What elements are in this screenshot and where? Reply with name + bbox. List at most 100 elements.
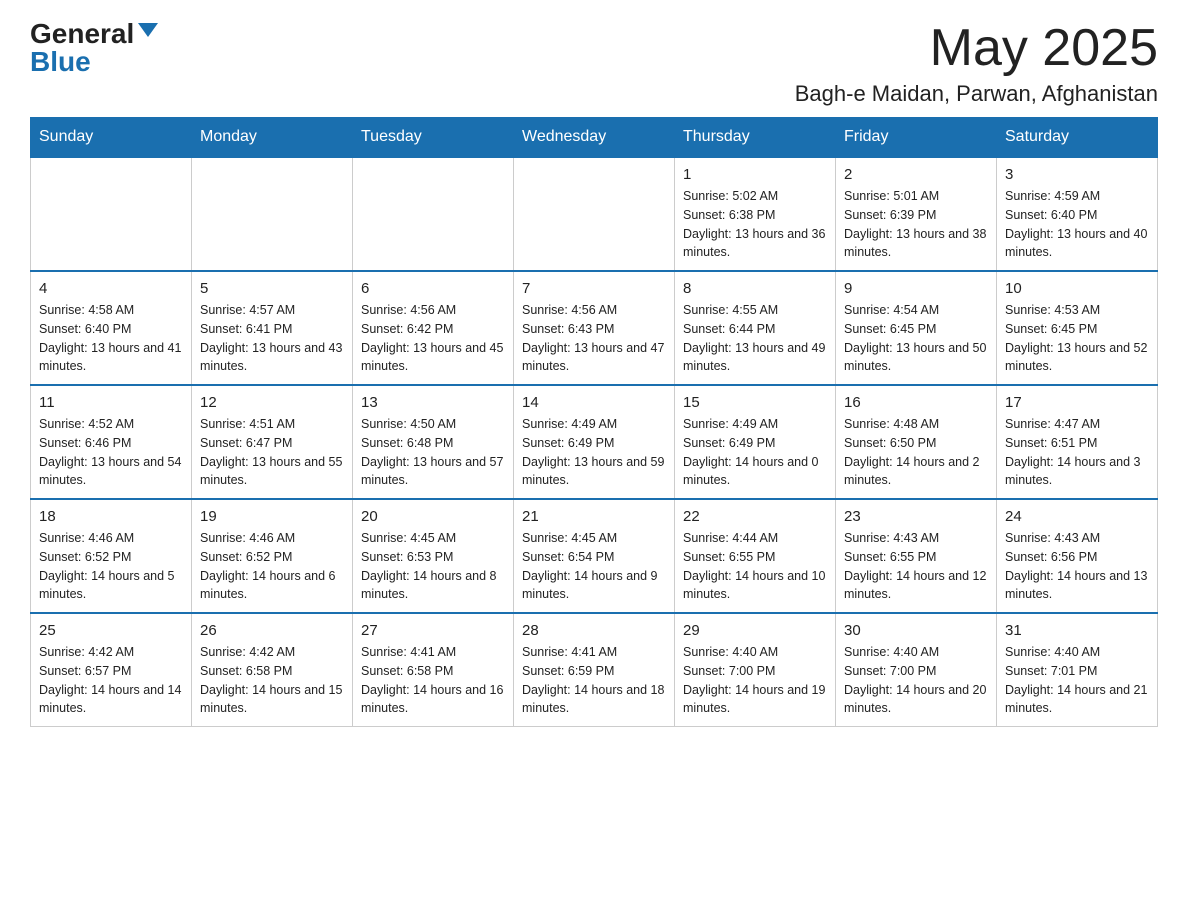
calendar-day-10: 10 Sunrise: 4:53 AMSunset: 6:45 PMDayligh… [997,271,1158,385]
day-info: Sunrise: 4:54 AMSunset: 6:45 PMDaylight:… [844,301,988,376]
calendar-day-6: 6Sunrise: 4:56 AMSunset: 6:42 PMDaylight… [353,271,514,385]
day-number: 30 [844,622,988,639]
day-number: 19 [200,508,344,525]
day-info: Sunrise: 4:45 AMSunset: 6:54 PMDaylight:… [522,529,666,604]
calendar-day-14: 14Sunrise: 4:49 AMSunset: 6:49 PMDayligh… [514,385,675,499]
day-info: Sunrise: 4:52 AMSunset: 6:46 PMDaylight:… [39,415,183,490]
day-info: Sunrise: 4:40 AMSunset: 7:00 PMDaylight:… [844,643,988,718]
calendar-day-29: 29Sunrise: 4:40 AMSunset: 7:00 PMDayligh… [675,613,836,727]
day-number: 25 [39,622,183,639]
calendar-day-30: 30 Sunrise: 4:40 AMSunset: 7:00 PMDayligh… [836,613,997,727]
logo: General Blue [30,20,158,76]
day-number: 12 [200,394,344,411]
calendar-day-5: 5 Sunrise: 4:57 AMSunset: 6:41 PMDaylight… [192,271,353,385]
calendar-day-17: 17Sunrise: 4:47 AMSunset: 6:51 PMDayligh… [997,385,1158,499]
calendar-week-row-4: 18Sunrise: 4:46 AMSunset: 6:52 PMDayligh… [31,499,1158,613]
calendar-header-saturday: Saturday [997,118,1158,158]
calendar-day-4: 4Sunrise: 4:58 AMSunset: 6:40 PMDaylight… [31,271,192,385]
day-info: Sunrise: 4:41 AMSunset: 6:59 PMDaylight:… [522,643,666,718]
day-info: Sunrise: 4:55 AMSunset: 6:44 PMDaylight:… [683,301,827,376]
calendar-day-empty [31,157,192,271]
day-number: 18 [39,508,183,525]
day-number: 10 [1005,280,1149,297]
day-number: 27 [361,622,505,639]
calendar-day-20: 20Sunrise: 4:45 AMSunset: 6:53 PMDayligh… [353,499,514,613]
day-info: Sunrise: 4:53 AMSunset: 6:45 PMDaylight:… [1005,301,1149,376]
day-number: 15 [683,394,827,411]
day-number: 28 [522,622,666,639]
day-info: Sunrise: 4:43 AMSunset: 6:55 PMDaylight:… [844,529,988,604]
day-number: 6 [361,280,505,297]
calendar-week-row-1: 1 Sunrise: 5:02 AMSunset: 6:38 PMDaylight… [31,157,1158,271]
day-info: Sunrise: 4:51 AMSunset: 6:47 PMDaylight:… [200,415,344,490]
day-number: 9 [844,280,988,297]
day-info: Sunrise: 4:56 AMSunset: 6:43 PMDaylight:… [522,301,666,376]
calendar-day-21: 21Sunrise: 4:45 AMSunset: 6:54 PMDayligh… [514,499,675,613]
day-number: 24 [1005,508,1149,525]
day-info: Sunrise: 4:59 AMSunset: 6:40 PMDaylight:… [1005,187,1149,262]
day-info: Sunrise: 4:49 AMSunset: 6:49 PMDaylight:… [683,415,827,490]
day-info: Sunrise: 5:02 AMSunset: 6:38 PMDaylight:… [683,187,827,262]
month-title: May 2025 [795,20,1158,77]
calendar-header-tuesday: Tuesday [353,118,514,158]
calendar-header-thursday: Thursday [675,118,836,158]
calendar-header-row: SundayMondayTuesdayWednesdayThursdayFrid… [31,118,1158,158]
calendar-day-1: 1 Sunrise: 5:02 AMSunset: 6:38 PMDaylight… [675,157,836,271]
day-info: Sunrise: 4:44 AMSunset: 6:55 PMDaylight:… [683,529,827,604]
day-number: 8 [683,280,827,297]
day-number: 11 [39,394,183,411]
logo-triangle-icon [138,23,158,37]
day-info: Sunrise: 4:40 AMSunset: 7:00 PMDaylight:… [683,643,827,718]
logo-blue-text: Blue [30,48,91,76]
day-info: Sunrise: 4:48 AMSunset: 6:50 PMDaylight:… [844,415,988,490]
day-info: Sunrise: 4:49 AMSunset: 6:49 PMDaylight:… [522,415,666,490]
day-number: 16 [844,394,988,411]
day-number: 5 [200,280,344,297]
day-info: Sunrise: 4:41 AMSunset: 6:58 PMDaylight:… [361,643,505,718]
calendar-table: SundayMondayTuesdayWednesdayThursdayFrid… [30,117,1158,727]
calendar-day-empty [192,157,353,271]
logo-general-text: General [30,20,134,48]
calendar-day-18: 18Sunrise: 4:46 AMSunset: 6:52 PMDayligh… [31,499,192,613]
calendar-day-28: 28 Sunrise: 4:41 AMSunset: 6:59 PMDayligh… [514,613,675,727]
calendar-header-friday: Friday [836,118,997,158]
calendar-day-empty [514,157,675,271]
calendar-day-12: 12 Sunrise: 4:51 AMSunset: 6:47 PMDayligh… [192,385,353,499]
day-number: 7 [522,280,666,297]
calendar-week-row-5: 25 Sunrise: 4:42 AMSunset: 6:57 PMDayligh… [31,613,1158,727]
day-number: 1 [683,166,827,183]
day-info: Sunrise: 4:42 AMSunset: 6:58 PMDaylight:… [200,643,344,718]
calendar-day-11: 11 Sunrise: 4:52 AMSunset: 6:46 PMDayligh… [31,385,192,499]
day-info: Sunrise: 4:58 AMSunset: 6:40 PMDaylight:… [39,301,183,376]
calendar-day-7: 7 Sunrise: 4:56 AMSunset: 6:43 PMDaylight… [514,271,675,385]
day-number: 23 [844,508,988,525]
calendar-week-row-2: 4Sunrise: 4:58 AMSunset: 6:40 PMDaylight… [31,271,1158,385]
location-title: Bagh-e Maidan, Parwan, Afghanistan [795,81,1158,107]
calendar-day-9: 9 Sunrise: 4:54 AMSunset: 6:45 PMDaylight… [836,271,997,385]
day-info: Sunrise: 4:42 AMSunset: 6:57 PMDaylight:… [39,643,183,718]
day-number: 2 [844,166,988,183]
calendar-day-25: 25 Sunrise: 4:42 AMSunset: 6:57 PMDayligh… [31,613,192,727]
calendar-day-3: 3 Sunrise: 4:59 AMSunset: 6:40 PMDaylight… [997,157,1158,271]
page-header: General Blue May 2025 Bagh-e Maidan, Par… [30,20,1158,107]
day-number: 20 [361,508,505,525]
day-info: Sunrise: 4:50 AMSunset: 6:48 PMDaylight:… [361,415,505,490]
day-info: Sunrise: 5:01 AMSunset: 6:39 PMDaylight:… [844,187,988,262]
calendar-day-15: 15 Sunrise: 4:49 AMSunset: 6:49 PMDayligh… [675,385,836,499]
day-number: 13 [361,394,505,411]
calendar-day-26: 26Sunrise: 4:42 AMSunset: 6:58 PMDayligh… [192,613,353,727]
calendar-day-13: 13 Sunrise: 4:50 AMSunset: 6:48 PMDayligh… [353,385,514,499]
day-number: 3 [1005,166,1149,183]
calendar-day-2: 2 Sunrise: 5:01 AMSunset: 6:39 PMDaylight… [836,157,997,271]
calendar-header-monday: Monday [192,118,353,158]
calendar-day-22: 22Sunrise: 4:44 AMSunset: 6:55 PMDayligh… [675,499,836,613]
day-number: 31 [1005,622,1149,639]
day-info: Sunrise: 4:43 AMSunset: 6:56 PMDaylight:… [1005,529,1149,604]
calendar-header-wednesday: Wednesday [514,118,675,158]
day-info: Sunrise: 4:57 AMSunset: 6:41 PMDaylight:… [200,301,344,376]
calendar-day-31: 31Sunrise: 4:40 AMSunset: 7:01 PMDayligh… [997,613,1158,727]
calendar-day-16: 16 Sunrise: 4:48 AMSunset: 6:50 PMDayligh… [836,385,997,499]
title-block: May 2025 Bagh-e Maidan, Parwan, Afghanis… [795,20,1158,107]
calendar-day-8: 8 Sunrise: 4:55 AMSunset: 6:44 PMDaylight… [675,271,836,385]
day-info: Sunrise: 4:47 AMSunset: 6:51 PMDaylight:… [1005,415,1149,490]
